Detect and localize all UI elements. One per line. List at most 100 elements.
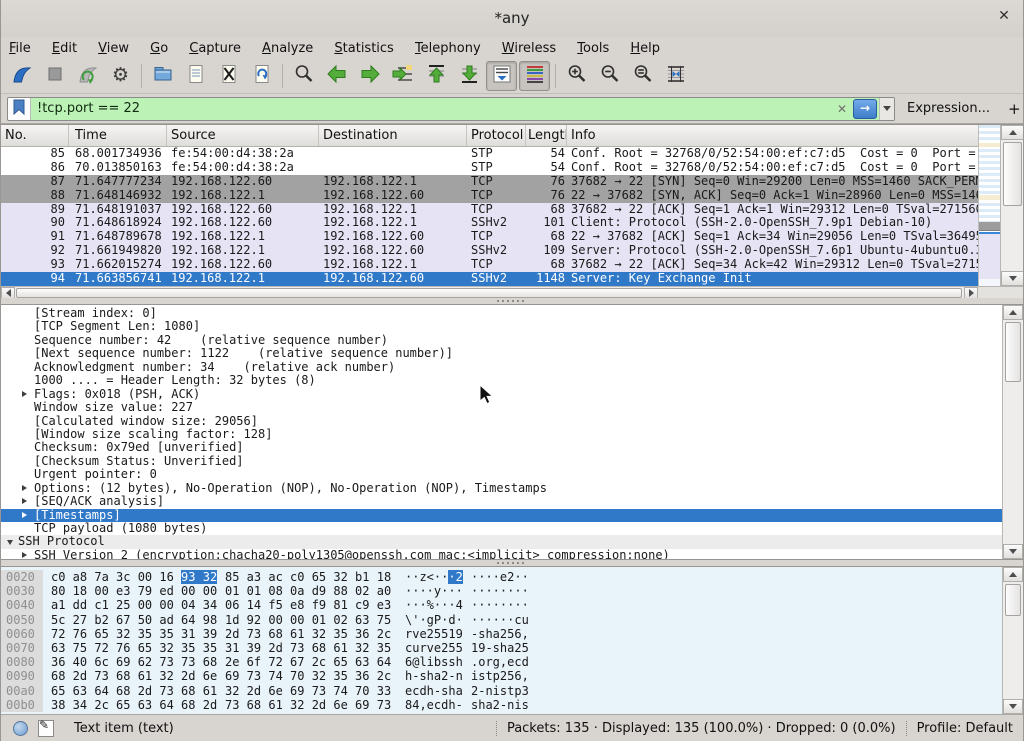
packet-row[interactable]: 9271.661949820192.168.122.1192.168.122.6… [1,244,978,258]
menu-capture[interactable]: Capture [181,39,249,59]
display-filter-input[interactable] [31,101,833,116]
expander-icon[interactable] [22,391,27,397]
menu-file[interactable]: File [1,39,39,59]
hex-row[interactable]: 00a065 63 64 68 2d 73 68 6132 2d 6e 69 7… [1,684,1023,698]
packet-row-selected[interactable]: 9471.663856741192.168.122.1192.168.122.6… [1,272,978,286]
packet-bytes-pane[interactable]: 0020c0 a8 7a 3c 00 16 93 3285 a3 ac c0 6… [1,566,1023,714]
capture-comment-icon[interactable]: ✎ [38,720,54,737]
add-filter-button[interactable]: + [1008,100,1021,118]
apply-filter-button[interactable]: → [853,99,877,119]
scroll-down-button[interactable] [1003,699,1023,714]
clear-filter-icon[interactable]: ✕ [833,102,851,116]
hex-row[interactable]: 009068 2d 73 68 61 32 2d 6e69 73 74 70 3… [1,669,1023,683]
packet-row[interactable]: 8971.648191037192.168.122.60192.168.122.… [1,203,978,217]
menu-view[interactable]: View [90,39,137,59]
hex-row[interactable]: 008036 40 6c 69 62 73 73 682e 6f 72 67 2… [1,655,1023,669]
detail-line[interactable]: [Stream index: 0] [1,307,1023,320]
packet-list-vscrollbar[interactable] [1000,125,1024,286]
column-header-protocol[interactable]: Protocol [467,125,526,146]
detail-line-selected[interactable]: [Timestamps] [1,509,1023,522]
scroll-up-button[interactable] [1001,125,1024,140]
detail-line[interactable]: Urgent pointer: 0 [1,468,1023,481]
detail-line[interactable]: [TCP Segment Len: 1080] [1,320,1023,333]
zoom-original-button[interactable] [627,61,658,91]
column-header-info[interactable]: Info [567,125,978,146]
filter-bookmark-button[interactable] [8,98,31,120]
hex-row[interactable]: 006072 76 65 32 35 35 31 392d 73 68 61 3… [1,627,1023,641]
menu-tools[interactable]: Tools [569,39,617,59]
packet-row[interactable]: 8568.001734936fe:54:00:d4:38:2aSTP54Conf… [1,147,978,161]
packet-row[interactable]: 8871.648146932192.168.122.1192.168.122.6… [1,189,978,203]
detail-line[interactable]: [Next sequence number: 1122 (relative se… [1,347,1023,360]
stop-capture-button[interactable] [39,61,70,91]
zoom-out-button[interactable] [594,61,625,91]
menu-wireless[interactable]: Wireless [494,39,564,59]
hex-row[interactable]: 003080 18 00 e3 79 ed 00 0001 01 08 0a d… [1,584,1023,598]
start-capture-button[interactable] [6,61,37,91]
details-vscrollbar[interactable] [1002,305,1023,559]
detail-line[interactable]: [SEQ/ACK analysis] [1,495,1023,508]
intelligent-scrollbar-minimap[interactable] [978,125,1000,286]
bytes-vscrollbar[interactable] [1002,567,1023,714]
detail-line[interactable]: TCP payload (1080 bytes) [1,522,1023,535]
scrollbar-thumb[interactable] [1003,142,1022,206]
expander-icon[interactable] [22,485,27,491]
detail-line[interactable]: Acknowledgment number: 34 (relative ack … [1,361,1023,374]
expander-icon[interactable] [22,552,27,558]
scroll-down-button[interactable] [1003,544,1023,559]
scroll-down-button[interactable] [1001,271,1024,286]
packet-row[interactable]: 9171.648789678192.168.122.1192.168.122.6… [1,230,978,244]
scroll-up-button[interactable] [1003,567,1023,582]
expander-icon[interactable] [7,540,13,545]
detail-line[interactable]: 1000 .... = Header Length: 32 bytes (8) [1,374,1023,387]
detail-line[interactable]: SSH Protocol [1,535,1023,548]
detail-line[interactable]: Checksum: 0x79ed [unverified] [1,441,1023,454]
menu-help[interactable]: Help [622,39,668,59]
expander-icon[interactable] [22,512,27,518]
go-forward-button[interactable] [354,61,385,91]
hex-row[interactable]: 00505c 27 b2 67 50 ad 64 981d 92 00 00 0… [1,613,1023,627]
capture-options-button[interactable]: ⚙ [105,61,136,91]
expression-button[interactable]: Expression... [907,101,990,116]
detail-line[interactable]: [Checksum Status: Unverified] [1,455,1023,468]
go-back-button[interactable] [321,61,352,91]
packet-row[interactable]: 9371.662015274192.168.122.60192.168.122.… [1,258,978,272]
menu-go[interactable]: Go [142,39,176,59]
detail-line[interactable]: SSH Version 2 (encryption:chacha20-poly1… [1,549,1023,560]
go-to-packet-button[interactable] [387,61,418,91]
close-file-button[interactable] [213,61,244,91]
scrollbar-thumb[interactable] [1005,584,1021,616]
profile-status[interactable]: Profile: Default [917,721,1013,736]
detail-line[interactable]: Flags: 0x018 (PSH, ACK) [1,388,1023,401]
column-header-no[interactable]: No. [1,125,69,146]
hex-row[interactable]: 007063 75 72 76 65 32 35 3531 39 2d 73 6… [1,641,1023,655]
expert-info-icon[interactable] [13,721,28,736]
detail-line[interactable]: Sequence number: 42 (relative sequence n… [1,334,1023,347]
close-window-button[interactable]: ✕ [995,8,1013,26]
filter-history-dropdown[interactable] [879,98,894,120]
menu-statistics[interactable]: Statistics [326,39,401,59]
zoom-in-button[interactable] [561,61,592,91]
packet-row[interactable]: 8771.647777234192.168.122.60192.168.122.… [1,175,978,189]
column-header-source[interactable]: Source [167,125,319,146]
scrollbar-thumb[interactable] [1005,322,1021,382]
detail-line[interactable]: [Window size scaling factor: 128] [1,428,1023,441]
column-header-destination[interactable]: Destination [319,125,467,146]
go-last-packet-button[interactable] [453,61,484,91]
menu-telephony[interactable]: Telephony [407,39,489,59]
scrollbar-thumb[interactable] [16,288,962,298]
auto-scroll-button[interactable] [486,61,517,91]
hex-row[interactable]: 00b038 34 2c 65 63 64 68 2d73 68 61 32 2… [1,698,1023,712]
colorize-button[interactable] [519,61,550,91]
find-packet-button[interactable] [288,61,319,91]
expander-icon[interactable] [22,498,27,504]
save-file-button[interactable] [180,61,211,91]
detail-line[interactable]: [Calculated window size: 29056] [1,415,1023,428]
resize-columns-button[interactable] [660,61,691,91]
restart-capture-button[interactable] [72,61,103,91]
detail-line[interactable]: Options: (12 bytes), No-Operation (NOP),… [1,482,1023,495]
scroll-up-button[interactable] [1003,305,1023,320]
reload-file-button[interactable] [246,61,277,91]
go-first-packet-button[interactable] [420,61,451,91]
menu-edit[interactable]: Edit [44,39,85,59]
